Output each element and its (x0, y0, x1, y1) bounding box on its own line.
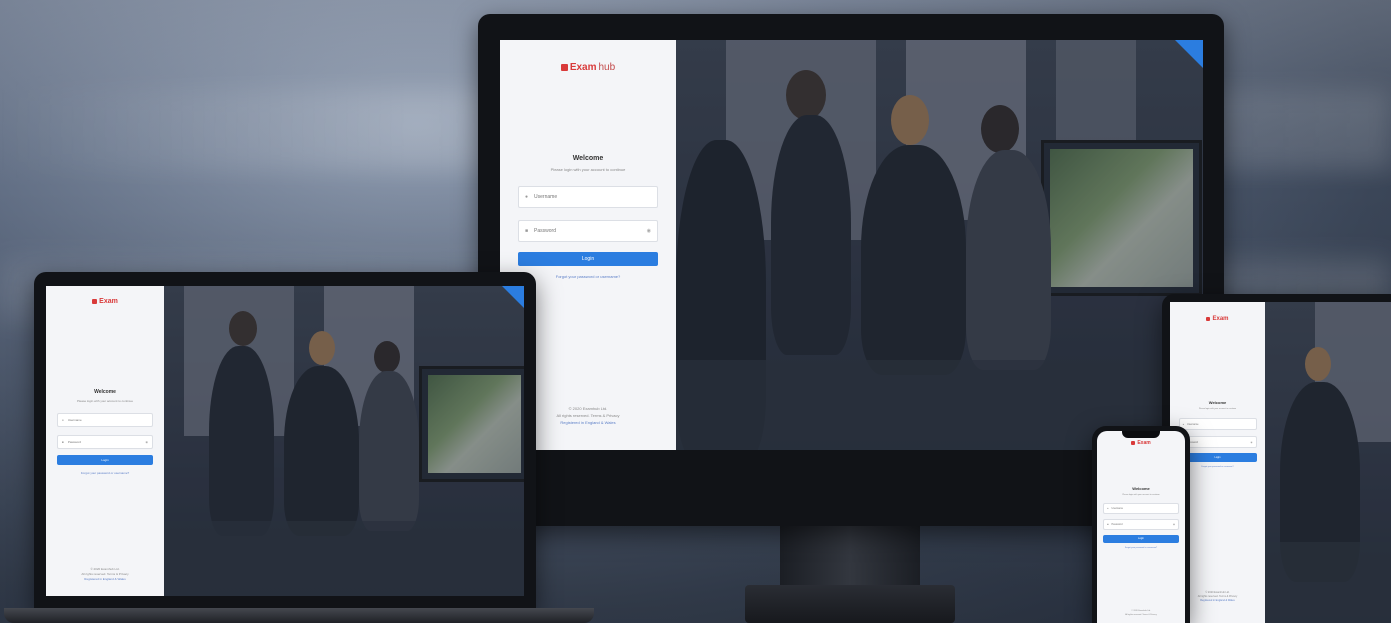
login-button[interactable]: Login (1103, 535, 1179, 543)
welcome-subtitle: Please login with your account to contin… (550, 167, 626, 172)
welcome-heading: Welcome (94, 389, 116, 395)
laptop: Exam Welcome Please login with your acco… (34, 272, 536, 610)
logo-text: Exam (1137, 440, 1151, 446)
laptop-screen: Exam Welcome Please login with your acco… (46, 286, 524, 596)
logo-mark-icon (560, 64, 568, 71)
welcome-subtitle: Please login with your account to contin… (76, 399, 134, 403)
footer-link[interactable]: Registered in England & Wales (46, 577, 164, 582)
brand-logo: Exam (1206, 316, 1229, 322)
login-button[interactable]: Login (57, 455, 153, 465)
login-panel: Exam Welcome Please login with your acco… (1097, 431, 1185, 623)
username-placeholder: Username (1187, 422, 1199, 426)
password-field[interactable]: ■ Password ◉ (1103, 519, 1179, 530)
user-icon: ● (62, 418, 64, 422)
username-field[interactable]: ● Username (1178, 418, 1257, 430)
logo-text: Exam (1212, 316, 1229, 322)
lock-icon: ■ (1107, 523, 1109, 526)
eye-icon[interactable]: ◉ (1173, 523, 1175, 526)
welcome-heading: Welcome (1208, 400, 1227, 405)
login-panel: Exam Welcome Please login with your acco… (46, 286, 164, 596)
username-field[interactable]: ● Username (518, 186, 658, 208)
user-icon: ● (1182, 422, 1185, 426)
team-photo (676, 40, 1203, 450)
logo-mark-icon (1131, 441, 1136, 445)
welcome-heading: Welcome (1132, 486, 1150, 491)
eye-icon[interactable]: ◉ (1250, 441, 1252, 444)
logo-tail: hub (598, 62, 616, 73)
welcome-subtitle: Please login with your account to contin… (1122, 494, 1160, 496)
eye-icon[interactable]: ◉ (145, 440, 148, 444)
phone-notch (1122, 431, 1160, 438)
username-placeholder: Username (534, 194, 558, 200)
logo-mark-icon (92, 299, 98, 304)
footer-line: All rights reserved. Terms & Privacy (1125, 613, 1157, 616)
username-placeholder: Username (67, 418, 82, 422)
login-footer: © 2020 Examhub Ltd. All rights reserved.… (46, 567, 164, 582)
username-field[interactable]: ● Username (57, 413, 153, 427)
logo-text: Exam (99, 298, 118, 305)
desktop-screen: Exam hub Welcome Please login with your a… (500, 40, 1203, 450)
welcome-subtitle: Please login with your account to contin… (1198, 408, 1237, 410)
username-field[interactable]: ● Username (1103, 503, 1179, 514)
login-footer: © 2020 Examhub Ltd. All rights reserved.… (1097, 610, 1185, 617)
tablet-screen: Exam Welcome Please login with your acco… (1170, 302, 1391, 623)
forgot-password-link[interactable]: Forgot your password or username? (556, 274, 620, 279)
photo-overlay (164, 286, 524, 596)
welcome-heading: Welcome (572, 155, 604, 162)
user-icon: ● (525, 194, 529, 200)
phone-screen: Exam Welcome Please login with your acco… (1097, 431, 1185, 623)
login-button[interactable]: Login (1178, 453, 1257, 462)
brand-logo: Exam (1131, 440, 1151, 446)
password-placeholder: Password (67, 440, 81, 444)
logo-text: Exam (569, 62, 597, 73)
lock-icon: ■ (525, 228, 529, 234)
login-button[interactable]: Login (518, 252, 658, 266)
password-field[interactable]: ■ Password ◉ (1178, 436, 1257, 448)
tablet: Exam Welcome Please login with your acco… (1162, 294, 1391, 623)
lock-icon: ■ (62, 440, 64, 444)
password-field[interactable]: ■ Password ◉ (57, 435, 153, 449)
corner-badge (1175, 40, 1203, 68)
photo-overlay (1265, 302, 1391, 623)
eye-icon[interactable]: ◉ (647, 228, 651, 234)
forgot-password-link[interactable]: Forgot your password or username? (1125, 547, 1157, 549)
password-placeholder: Password (1111, 523, 1123, 526)
user-icon: ● (1107, 507, 1109, 510)
team-photo (1265, 302, 1391, 623)
corner-badge (502, 286, 524, 308)
brand-logo: Exam hub (560, 62, 616, 73)
phone: Exam Welcome Please login with your acco… (1092, 426, 1190, 623)
brand-logo: Exam (92, 298, 118, 305)
monitor-stand-base (745, 585, 955, 623)
laptop-base (4, 608, 594, 623)
team-photo (164, 286, 524, 596)
password-field[interactable]: ■ Password ◉ (518, 220, 658, 242)
forgot-password-link[interactable]: Forgot your password or username? (1201, 466, 1233, 468)
logo-mark-icon (1206, 317, 1211, 321)
username-placeholder: Username (1111, 507, 1124, 510)
forgot-password-link[interactable]: Forgot your password or username? (81, 471, 129, 475)
password-placeholder: Password (534, 228, 556, 234)
photo-overlay (676, 40, 1203, 450)
